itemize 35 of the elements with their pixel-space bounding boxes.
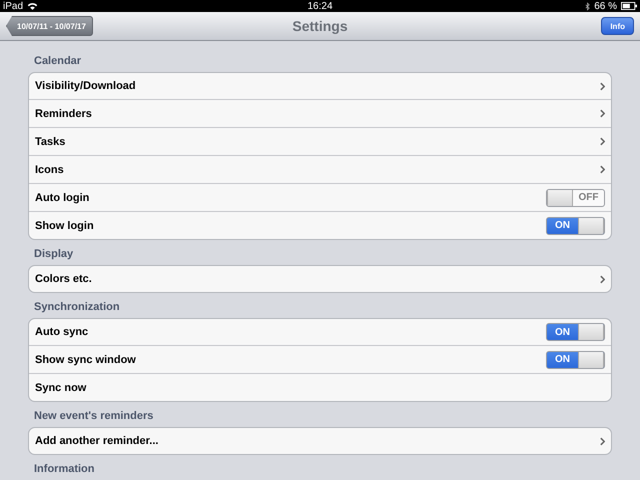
setting-label: Visibility/Download [35,80,136,92]
toggle-switch[interactable]: ON [546,323,605,341]
setting-label: Sync now [35,382,86,394]
setting-label: Tasks [35,136,66,148]
setting-label: Auto login [35,192,90,204]
section-header: Information [33,462,96,477]
chevron-icon[interactable] [600,109,605,118]
clock: 16:24 [306,0,334,12]
section-header: Synchronization [33,300,121,315]
bluetooth-icon [585,2,590,10]
toggle-switch[interactable]: ON [546,350,605,368]
battery-percent: 66 % [594,0,617,12]
device-name: iPad [3,0,24,12]
chevron-icon[interactable] [600,436,605,446]
wifi-icon [27,2,38,10]
setting-label: Show login [35,220,94,232]
back-button[interactable]: 10/07/11 - 10/07/17 [6,16,93,36]
info-button[interactable]: Info [601,17,634,35]
section-header: Calendar [33,54,82,69]
setting-label: Reminders [35,108,92,120]
toggle-switch[interactable]: OFF [546,188,605,206]
battery-icon [621,2,637,10]
setting-label: Icons [35,164,64,176]
chevron-icon[interactable] [600,274,605,284]
chevron-icon[interactable] [600,165,605,174]
setting-label: Add another reminder... [35,435,158,447]
window-title: Settings [291,18,349,34]
toggle-switch[interactable]: ON [546,216,605,234]
setting-label: Colors etc. [35,273,92,285]
setting-label: Show sync window [35,354,136,366]
chevron-icon[interactable] [600,82,605,90]
chevron-icon[interactable] [600,137,605,146]
section-header: Display [33,247,74,262]
setting-label: Auto sync [35,326,88,338]
section-header: New event's reminders [33,409,154,424]
